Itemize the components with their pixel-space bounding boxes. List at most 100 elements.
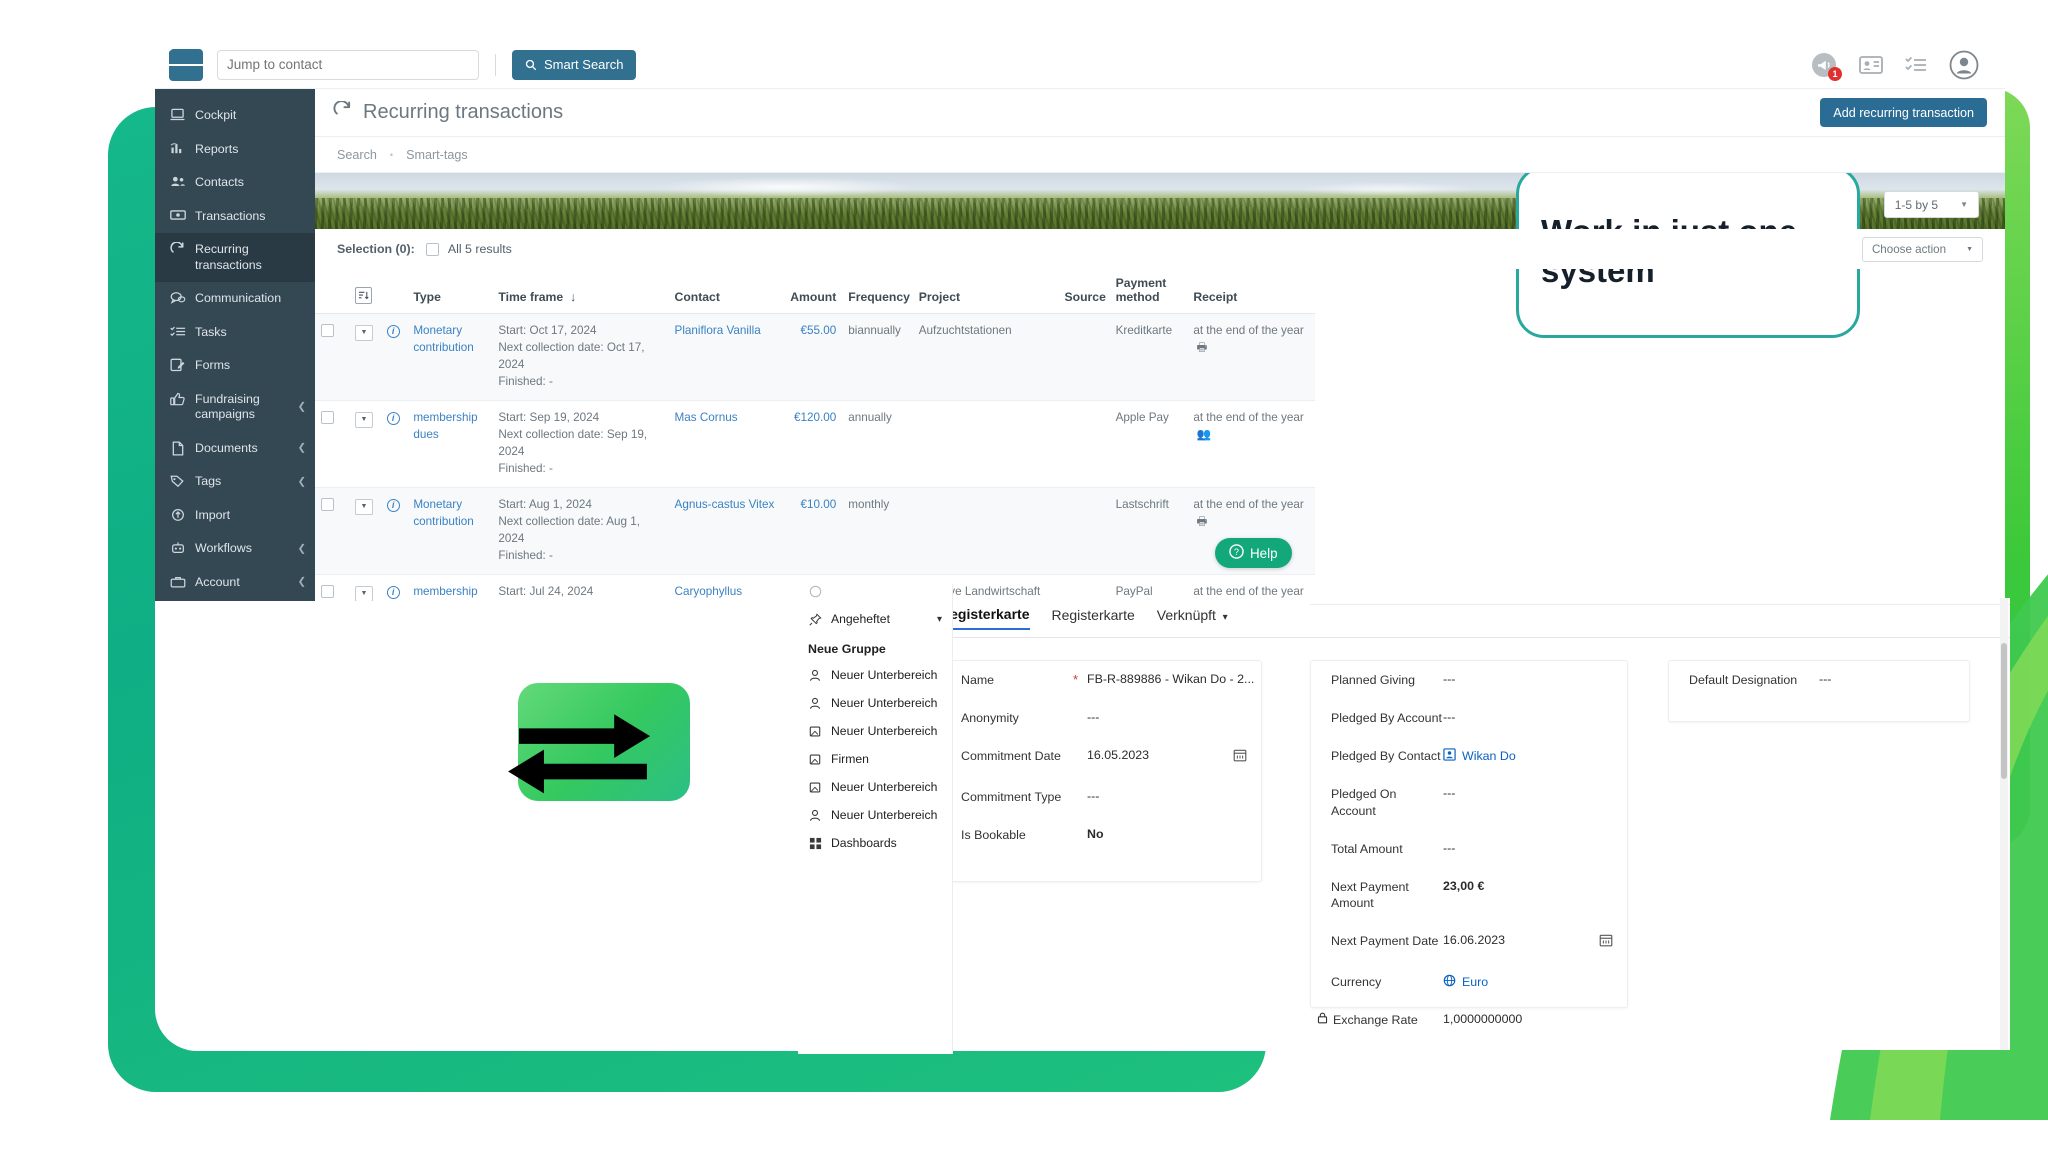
field-value[interactable]: 1,0000000000 — [1443, 1012, 1627, 1026]
field-value[interactable]: 23,00 € — [1443, 879, 1627, 893]
smart-search-button[interactable]: Smart Search — [512, 49, 637, 80]
th-amount[interactable]: Amount — [783, 269, 843, 314]
calendar-icon[interactable] — [1233, 748, 1261, 767]
row-expand-button[interactable]: ▼ — [355, 585, 374, 601]
tree-item-neuer-unterbereich-4[interactable]: Neuer Unterbereich — [798, 773, 952, 801]
required-asterisk: * — [1073, 672, 1079, 687]
calendar-icon[interactable] — [1599, 933, 1627, 952]
field-value[interactable]: --- — [1819, 672, 1969, 686]
scrollbar-thumb[interactable] — [2001, 643, 2007, 779]
tree-item-neuer-unterbereich-1[interactable]: Neuer Unterbereich — [798, 661, 952, 689]
row-expand-button[interactable]: ▼ — [355, 498, 374, 515]
row-checkbox[interactable] — [321, 324, 334, 338]
sidebar-item-tasks[interactable]: Tasks — [155, 316, 315, 350]
checklist-icon[interactable] — [1905, 55, 1927, 75]
select-all-checkbox[interactable] — [425, 242, 439, 256]
field-value[interactable]: 16.06.2023 — [1443, 933, 1599, 947]
field-value[interactable]: --- — [1443, 710, 1627, 724]
id-card-icon[interactable] — [1859, 55, 1883, 75]
th-time-frame[interactable]: Time frame ↓ — [492, 269, 669, 314]
people-icon — [169, 175, 186, 188]
row-checkbox[interactable] — [321, 498, 334, 512]
field-value[interactable]: --- — [1443, 786, 1627, 800]
chevron-down-icon[interactable]: ▾ — [937, 614, 942, 625]
tab-registerkarte-2[interactable]: Registerkarte — [1052, 607, 1135, 629]
th-receipt[interactable]: Receipt — [1187, 269, 1315, 314]
field-value[interactable]: 16.05.2023 — [1087, 748, 1233, 762]
tree-item-label: Neuer Unterbereich — [831, 724, 938, 738]
hamburger-menu-icon[interactable] — [169, 48, 203, 81]
field-value-link[interactable]: Euro — [1443, 974, 1627, 990]
cell-contact[interactable]: Agnus-castus Vitex — [668, 487, 784, 575]
help-button[interactable]: ? Help — [1215, 538, 1292, 568]
info-icon[interactable]: i — [386, 498, 400, 512]
bar-chart-icon — [169, 142, 186, 155]
th-payment-method[interactable]: Payment method — [1109, 269, 1188, 314]
tree-item-neuer-unterbereich-2[interactable]: Neuer Unterbereich — [798, 689, 952, 717]
sidebar-item-reports[interactable]: Reports — [155, 133, 315, 167]
sidebar-item-contacts[interactable]: Contacts — [155, 166, 315, 200]
table-row[interactable]: ▼ i Monetary contribution Start: Oct 17,… — [315, 313, 1315, 401]
info-icon[interactable]: i — [386, 585, 400, 599]
question-circle-icon: ? — [1229, 544, 1244, 562]
info-icon[interactable]: i — [386, 411, 400, 425]
sidebar-item-label: Fundraising campaigns — [195, 391, 260, 422]
add-recurring-transaction-button[interactable]: Add recurring transaction — [1820, 98, 1987, 127]
field-value[interactable]: --- — [1443, 841, 1627, 855]
row-expand-button[interactable]: ▼ — [355, 325, 374, 342]
sidebar-item-documents[interactable]: Documents ❮ — [155, 432, 315, 466]
sidebar-item-tags[interactable]: Tags ❮ — [155, 465, 315, 499]
th-type[interactable]: Type — [407, 269, 493, 314]
sidebar-item-communication[interactable]: Communication — [155, 282, 315, 316]
row-checkbox[interactable] — [321, 411, 334, 425]
info-icon[interactable]: i — [386, 325, 400, 339]
vertical-scrollbar[interactable] — [2000, 598, 2008, 1050]
th-sort-toggle[interactable] — [349, 269, 408, 314]
sidebar-item-workflows[interactable]: Workflows ❮ — [155, 532, 315, 566]
sidebar-item-fundraising-campaigns[interactable]: Fundraising campaigns ❮ — [155, 383, 315, 432]
jump-to-contact-input[interactable] — [217, 49, 479, 80]
tree-group-header: Neue Gruppe — [808, 642, 886, 656]
cell-contact[interactable]: Caryophyllus Dianthus — [668, 574, 784, 601]
tree-item-angeheftet[interactable]: Angeheftet ▾ — [798, 605, 952, 633]
tab-verknuepft[interactable]: Verknüpft ▾ — [1157, 607, 1228, 629]
cell-contact[interactable]: Mas Cornus — [668, 400, 784, 488]
table-row[interactable]: ▼ i Monetary contribution Start: Aug 1, … — [315, 487, 1315, 575]
tree-item-neuer-unterbereich-5[interactable]: Neuer Unterbereich — [798, 801, 952, 829]
th-project[interactable]: Project — [912, 269, 1059, 314]
table-row[interactable]: ▼ i membership dues Start: Sep 19, 2024 N… — [315, 400, 1315, 488]
th-contact[interactable]: Contact — [668, 269, 784, 314]
megaphone-icon[interactable]: 1 — [1811, 52, 1842, 81]
field-value[interactable]: --- — [1443, 672, 1627, 686]
user-avatar-icon[interactable] — [1949, 50, 1979, 80]
field-value[interactable]: --- — [1087, 789, 1261, 803]
tree-item-label: Firmen — [831, 752, 869, 766]
tab-registerkarte-1[interactable]: Registerkarte — [940, 606, 1030, 630]
field-value[interactable]: No — [1087, 827, 1261, 841]
sidebar-item-cockpit[interactable]: Cockpit — [155, 99, 315, 133]
cell-time-frame: Start: Aug 1, 2024 Next collection date: … — [492, 487, 669, 575]
th-frequency[interactable]: Frequency — [842, 269, 913, 314]
sort-icon[interactable] — [355, 287, 373, 304]
th-source[interactable]: Source — [1058, 269, 1110, 314]
sidebar-item-forms[interactable]: Forms — [155, 349, 315, 383]
form-edit-icon — [169, 358, 186, 372]
tree-item-dashboards[interactable]: Dashboards — [798, 829, 952, 857]
pagination-selector[interactable]: 1-5 by 5 ▼ — [1883, 191, 1979, 218]
sidebar-item-import[interactable]: Import — [155, 499, 315, 533]
tree-item-firmen[interactable]: Firmen — [798, 745, 952, 773]
row-checkbox[interactable] — [321, 585, 334, 599]
smart-tags-filter-link[interactable]: Smart-tags — [406, 148, 468, 162]
field-value-link[interactable]: Wikan Do — [1443, 748, 1627, 764]
field-value[interactable]: FB-R-889886 - Wikan Do - 2... — [1087, 672, 1261, 686]
search-filter-link[interactable]: Search — [337, 148, 377, 162]
tree-item-neuer-unterbereich-3[interactable]: Neuer Unterbereich — [798, 717, 952, 745]
cell-contact[interactable]: Planiflora Vanilla — [668, 313, 784, 401]
sidebar-item-recurring-transactions[interactable]: Recurring transactions — [155, 233, 315, 282]
sidebar-item-account[interactable]: Account ❮ — [155, 566, 315, 600]
row-expand-button[interactable]: ▼ — [355, 411, 374, 428]
choose-action-dropdown[interactable]: Choose action ▼ — [1861, 236, 1983, 262]
field-value[interactable]: --- — [1087, 710, 1261, 724]
tree-item-partial-top[interactable] — [798, 584, 952, 605]
sidebar-item-transactions[interactable]: Transactions — [155, 200, 315, 234]
